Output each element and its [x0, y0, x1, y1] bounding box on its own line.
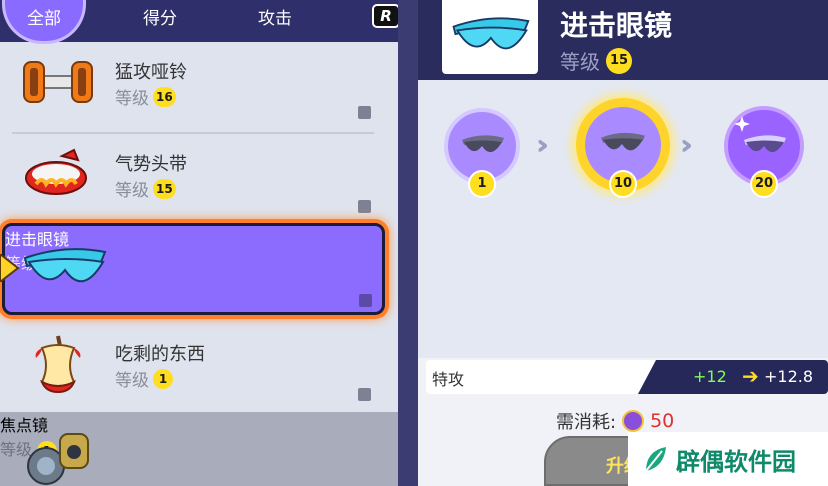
list-item[interactable]: 焦点镜 等级 1: [0, 412, 398, 486]
stat-current: +12: [693, 367, 727, 386]
goggles-icon: [744, 135, 786, 153]
item-level: 等级 15: [560, 46, 632, 75]
selection-pointer-icon: [0, 254, 20, 282]
chevron-right-icon: ››: [680, 128, 693, 161]
goggles-icon: [452, 17, 530, 50]
list-item-selected[interactable]: 进击眼镜 等级 15: [2, 223, 385, 315]
grade-20-label: 20: [750, 170, 778, 198]
stat-value-box: +12 ➔ +12.8: [638, 360, 828, 394]
upgrade-cost: 需消耗: 50: [556, 410, 675, 433]
item-name: 猛攻哑铃: [115, 62, 187, 83]
sparkle-icon: [734, 116, 750, 132]
chevron-right-icon: ››: [536, 128, 549, 161]
leaf-logo-icon: [645, 447, 666, 472]
dumbbell-icon: [23, 61, 93, 103]
slot-indicator: [359, 294, 372, 307]
grade-1-label: 1: [468, 170, 496, 198]
tab-all[interactable]: 全部: [2, 0, 86, 44]
item-title: 进击眼镜: [560, 9, 673, 42]
cost-value: 50: [650, 410, 675, 432]
list-item[interactable]: 吃剩的东西 等级 1: [0, 322, 398, 410]
headband-icon: [25, 148, 87, 195]
item-name: 吃剩的东西: [115, 344, 205, 365]
level-badge: 15: [153, 178, 176, 199]
stat-label: 特攻: [432, 370, 465, 389]
slot-indicator: [358, 388, 371, 401]
goggles-icon: [23, 248, 107, 283]
grade-10-label: 10: [609, 170, 637, 198]
list-item[interactable]: 猛攻哑铃 等级 16: [0, 42, 398, 132]
detail-header: 进击眼镜 等级 15: [418, 0, 828, 80]
level-badge: 1: [153, 368, 173, 389]
list-item[interactable]: 气势头带 等级 15: [0, 134, 398, 220]
tab-attack[interactable]: 攻击: [255, 0, 295, 42]
item-detail-panel: 进击眼镜 等级 15 1 ›› 10 ›› 20 特攻 +12 ➔ +12.8 …: [418, 0, 828, 486]
apple-core-icon: [35, 335, 81, 394]
slot-indicator: [358, 106, 371, 119]
arrow-right-icon: ➔: [742, 364, 759, 388]
stat-next: +12.8: [764, 367, 814, 386]
goggles-icon: [462, 135, 504, 153]
scope-lens-icon: [27, 433, 89, 485]
panel-gap: [398, 0, 418, 486]
item-name: 气势头带: [115, 154, 187, 175]
item-level: 等级 16: [115, 84, 176, 109]
level-badge: 15: [606, 47, 632, 74]
r-button-icon[interactable]: R: [372, 4, 398, 28]
slot-indicator: [358, 200, 371, 213]
tab-score[interactable]: 得分: [140, 0, 180, 42]
watermark: 辟偶软件园: [628, 432, 828, 486]
candy-icon: [622, 410, 645, 432]
goggles-icon: [601, 132, 645, 151]
category-tabbar: 全部 得分 攻击 防 R: [0, 0, 398, 44]
grade-progression: 1 ›› 10 ›› 20: [418, 80, 828, 358]
item-level: 等级 1: [115, 366, 173, 391]
item-thumbnail: [442, 0, 538, 74]
item-level: 等级 15: [115, 176, 176, 201]
stat-row: 特攻 +12 ➔ +12.8: [426, 360, 828, 394]
item-list-panel: 全部 得分 攻击 防 R 猛攻哑铃 等级 16 气势头带 等级: [0, 0, 398, 486]
level-badge: 16: [153, 86, 176, 107]
